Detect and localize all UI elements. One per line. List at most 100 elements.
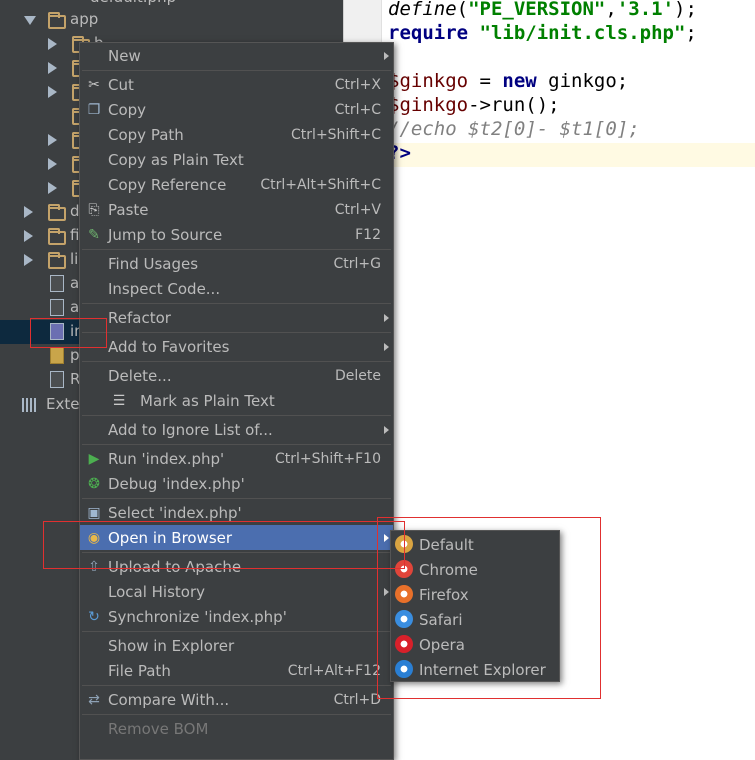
upload-icon: ⇧ bbox=[88, 558, 100, 575]
collapse-right-icon[interactable] bbox=[48, 62, 57, 74]
code-token: new bbox=[502, 70, 549, 92]
submenu-item-firefox[interactable]: Firefox bbox=[391, 582, 559, 607]
menu-item-new[interactable]: New bbox=[80, 43, 393, 68]
menu-item-debug-index-php[interactable]: ❂ Debug 'index.php' bbox=[80, 471, 393, 496]
scissors-icon: ✂ bbox=[88, 76, 100, 93]
menu-item-add-to-favorites[interactable]: Add to Favorites bbox=[80, 334, 393, 359]
menu-separator bbox=[82, 415, 391, 416]
run-icon: ▶ bbox=[88, 450, 100, 467]
code-token: define bbox=[388, 0, 457, 20]
menu-item-find-usages[interactable]: Find Usages Ctrl+G bbox=[80, 251, 393, 276]
folder-icon bbox=[48, 204, 66, 221]
collapse-right-icon[interactable] bbox=[24, 230, 33, 242]
collapse-right-icon[interactable] bbox=[24, 254, 33, 266]
menu-item-open-in-browser[interactable]: ◉ Open in Browser bbox=[80, 525, 393, 550]
submenu-item-label: Default bbox=[419, 535, 474, 554]
collapse-right-icon[interactable] bbox=[48, 134, 57, 146]
folder-icon bbox=[48, 252, 66, 269]
code-token: , bbox=[605, 0, 617, 20]
open-in-browser-submenu: Default Chrome Firefox Safari Opera Internet … bbox=[390, 530, 560, 682]
menu-item-label: Compare With... bbox=[108, 690, 230, 709]
menu-separator bbox=[82, 498, 391, 499]
code-token: ); bbox=[674, 0, 697, 20]
menu-item-synchronize-index-php[interactable]: ↻ Synchronize 'index.php' bbox=[80, 604, 393, 629]
menu-item-file-path[interactable]: File Path Ctrl+Alt+F12 bbox=[80, 658, 393, 683]
menu-item-label: Inspect Code... bbox=[108, 279, 221, 298]
submenu-item-default[interactable]: Default bbox=[391, 532, 559, 557]
menu-item-shortcut: Ctrl+Alt+F12 bbox=[287, 662, 381, 679]
menu-item-label: Find Usages bbox=[108, 254, 199, 273]
collapse-right-icon[interactable] bbox=[48, 86, 57, 98]
menu-separator bbox=[82, 685, 391, 686]
code-line: define("PE_VERSION",'3.1'); bbox=[388, 0, 697, 21]
submenu-item-internet-explorer[interactable]: Internet Explorer bbox=[391, 657, 559, 682]
menu-item-mark-as-plain-text[interactable]: ☰ Mark as Plain Text bbox=[80, 388, 393, 413]
menu-item-delete[interactable]: Delete... Delete bbox=[80, 363, 393, 388]
collapse-right-icon[interactable] bbox=[48, 38, 57, 50]
menu-item-label: Show in Explorer bbox=[108, 636, 235, 655]
jump-icon: ✎ bbox=[88, 226, 100, 243]
collapse-right-icon[interactable] bbox=[48, 158, 57, 170]
menu-item-add-to-ignore-list-of[interactable]: Add to Ignore List of... bbox=[80, 417, 393, 442]
menu-separator bbox=[82, 552, 391, 553]
code-token: ; bbox=[685, 22, 697, 44]
library-icon bbox=[22, 398, 38, 412]
menu-item-paste[interactable]: ⎘ Paste Ctrl+V bbox=[80, 197, 393, 222]
menu-separator bbox=[82, 714, 391, 715]
submenu-arrow-icon bbox=[384, 425, 389, 434]
tree-row[interactable]: app bbox=[0, 8, 343, 32]
menu-item-copy-path[interactable]: Copy Path Ctrl+Shift+C bbox=[80, 122, 393, 147]
menu-item-label: Select 'index.php' bbox=[108, 503, 242, 522]
code-token: "PE_VERSION" bbox=[468, 0, 606, 20]
menu-item-local-history[interactable]: Local History bbox=[80, 579, 393, 604]
menu-item-label: Refactor bbox=[108, 308, 171, 327]
submenu-item-chrome[interactable]: Chrome bbox=[391, 557, 559, 582]
menu-item-upload-to-apache[interactable]: ⇧ Upload to Apache bbox=[80, 554, 393, 579]
menu-item-copy-reference[interactable]: Copy Reference Ctrl+Alt+Shift+C bbox=[80, 172, 393, 197]
code-token: //echo $t2[0]- $t1[0]; bbox=[388, 118, 640, 140]
menu-item-copy-as-plain-text[interactable]: Copy as Plain Text bbox=[80, 147, 393, 172]
menu-item-shortcut: Ctrl+X bbox=[334, 76, 381, 93]
menu-item-select-index-php[interactable]: ▣ Select 'index.php' bbox=[80, 500, 393, 525]
php-file-icon bbox=[50, 323, 64, 340]
menu-item-label: Run 'index.php' bbox=[108, 449, 225, 468]
menu-separator bbox=[82, 303, 391, 304]
expand-down-icon[interactable] bbox=[24, 16, 36, 25]
menu-separator bbox=[82, 332, 391, 333]
menu-item-refactor[interactable]: Refactor bbox=[80, 305, 393, 330]
menu-item-run-index-php[interactable]: ▶ Run 'index.php' Ctrl+Shift+F10 bbox=[80, 446, 393, 471]
copy-icon: ❐ bbox=[87, 101, 101, 118]
submenu-arrow-icon bbox=[384, 587, 389, 596]
submenu-item-safari[interactable]: Safari bbox=[391, 607, 559, 632]
menu-item-label: Copy as Plain Text bbox=[108, 150, 244, 169]
code-token: ginkgo; bbox=[548, 70, 629, 92]
menu-item-inspect-code[interactable]: Inspect Code... bbox=[80, 276, 393, 301]
menu-item-cut[interactable]: ✂ Cut Ctrl+X bbox=[80, 72, 393, 97]
tree-item-label: a bbox=[70, 298, 80, 316]
menu-item-jump-to-source[interactable]: ✎ Jump to Source F12 bbox=[80, 222, 393, 247]
menu-item-label: Add to Ignore List of... bbox=[108, 420, 273, 439]
menu-item-label: Synchronize 'index.php' bbox=[108, 607, 287, 626]
menu-item-label: Open in Browser bbox=[108, 528, 233, 547]
submenu-item-label: Chrome bbox=[419, 560, 478, 579]
collapse-right-icon[interactable] bbox=[48, 182, 57, 194]
code-token: ( bbox=[456, 0, 469, 20]
menu-item-shortcut: Ctrl+G bbox=[333, 255, 382, 272]
menu-item-copy[interactable]: ❐ Copy Ctrl+C bbox=[80, 97, 393, 122]
submenu-item-opera[interactable]: Opera bbox=[391, 632, 559, 657]
menu-item-show-in-explorer[interactable]: Show in Explorer bbox=[80, 633, 393, 658]
code-token: $ginkgo bbox=[388, 70, 469, 92]
collapse-right-icon[interactable] bbox=[24, 206, 33, 218]
menu-item-label: Copy bbox=[108, 100, 147, 119]
tree-item-label: li bbox=[70, 250, 79, 268]
menu-item-label: Upload to Apache bbox=[108, 557, 242, 576]
menu-item-shortcut: Delete bbox=[335, 367, 381, 384]
menu-item-label: Copy Path bbox=[108, 125, 184, 144]
code-token: '3.1' bbox=[616, 0, 675, 20]
file-icon bbox=[50, 275, 64, 292]
folder-icon bbox=[48, 228, 66, 245]
code-line: require "lib/init.cls.php"; bbox=[388, 21, 697, 45]
menu-item-label: Cut bbox=[108, 75, 134, 94]
menu-item-compare-with[interactable]: ⇄ Compare With... Ctrl+D bbox=[80, 687, 393, 712]
sql-file-icon bbox=[50, 347, 64, 364]
